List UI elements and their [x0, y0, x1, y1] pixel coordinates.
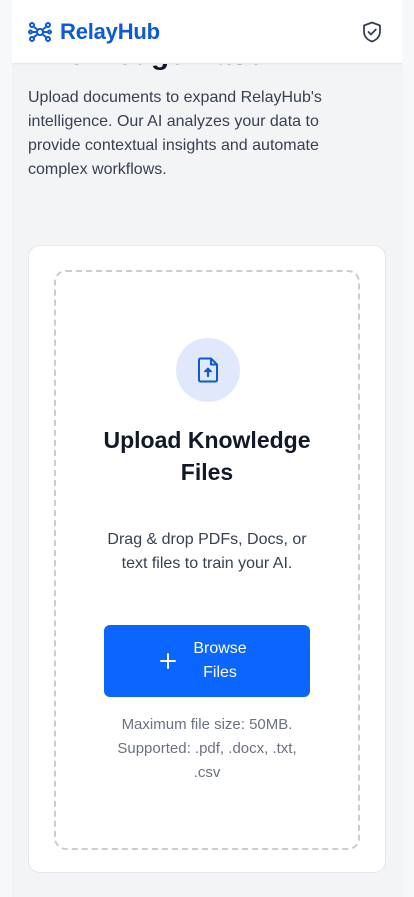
browse-files-button[interactable]: Browse Files — [104, 625, 310, 697]
file-size-note: Maximum file size: 50MB. Supported: .pdf… — [117, 716, 297, 781]
plus-icon — [159, 652, 177, 670]
upload-title: Upload Knowledge Files — [103, 427, 311, 485]
shield-check-icon[interactable] — [358, 18, 386, 46]
upload-description: Drag & drop PDFs, Docs, or text files to… — [107, 531, 307, 572]
upload-card: Upload Knowledge Files Drag & drop PDFs,… — [28, 245, 386, 873]
brand[interactable]: RelayHub — [28, 19, 160, 45]
file-dropzone[interactable]: Upload Knowledge Files Drag & drop PDFs,… — [54, 270, 360, 850]
network-hub-icon — [28, 20, 52, 44]
app-viewport: Knowledge Base — [12, 0, 402, 897]
top-header: RelayHub — [12, 0, 402, 64]
file-upload-icon — [176, 338, 240, 402]
brand-name: RelayHub — [60, 18, 160, 44]
browse-files-label: Browse Files — [193, 640, 247, 681]
intro-text: Upload documents to expand RelayHub's in… — [28, 89, 322, 178]
